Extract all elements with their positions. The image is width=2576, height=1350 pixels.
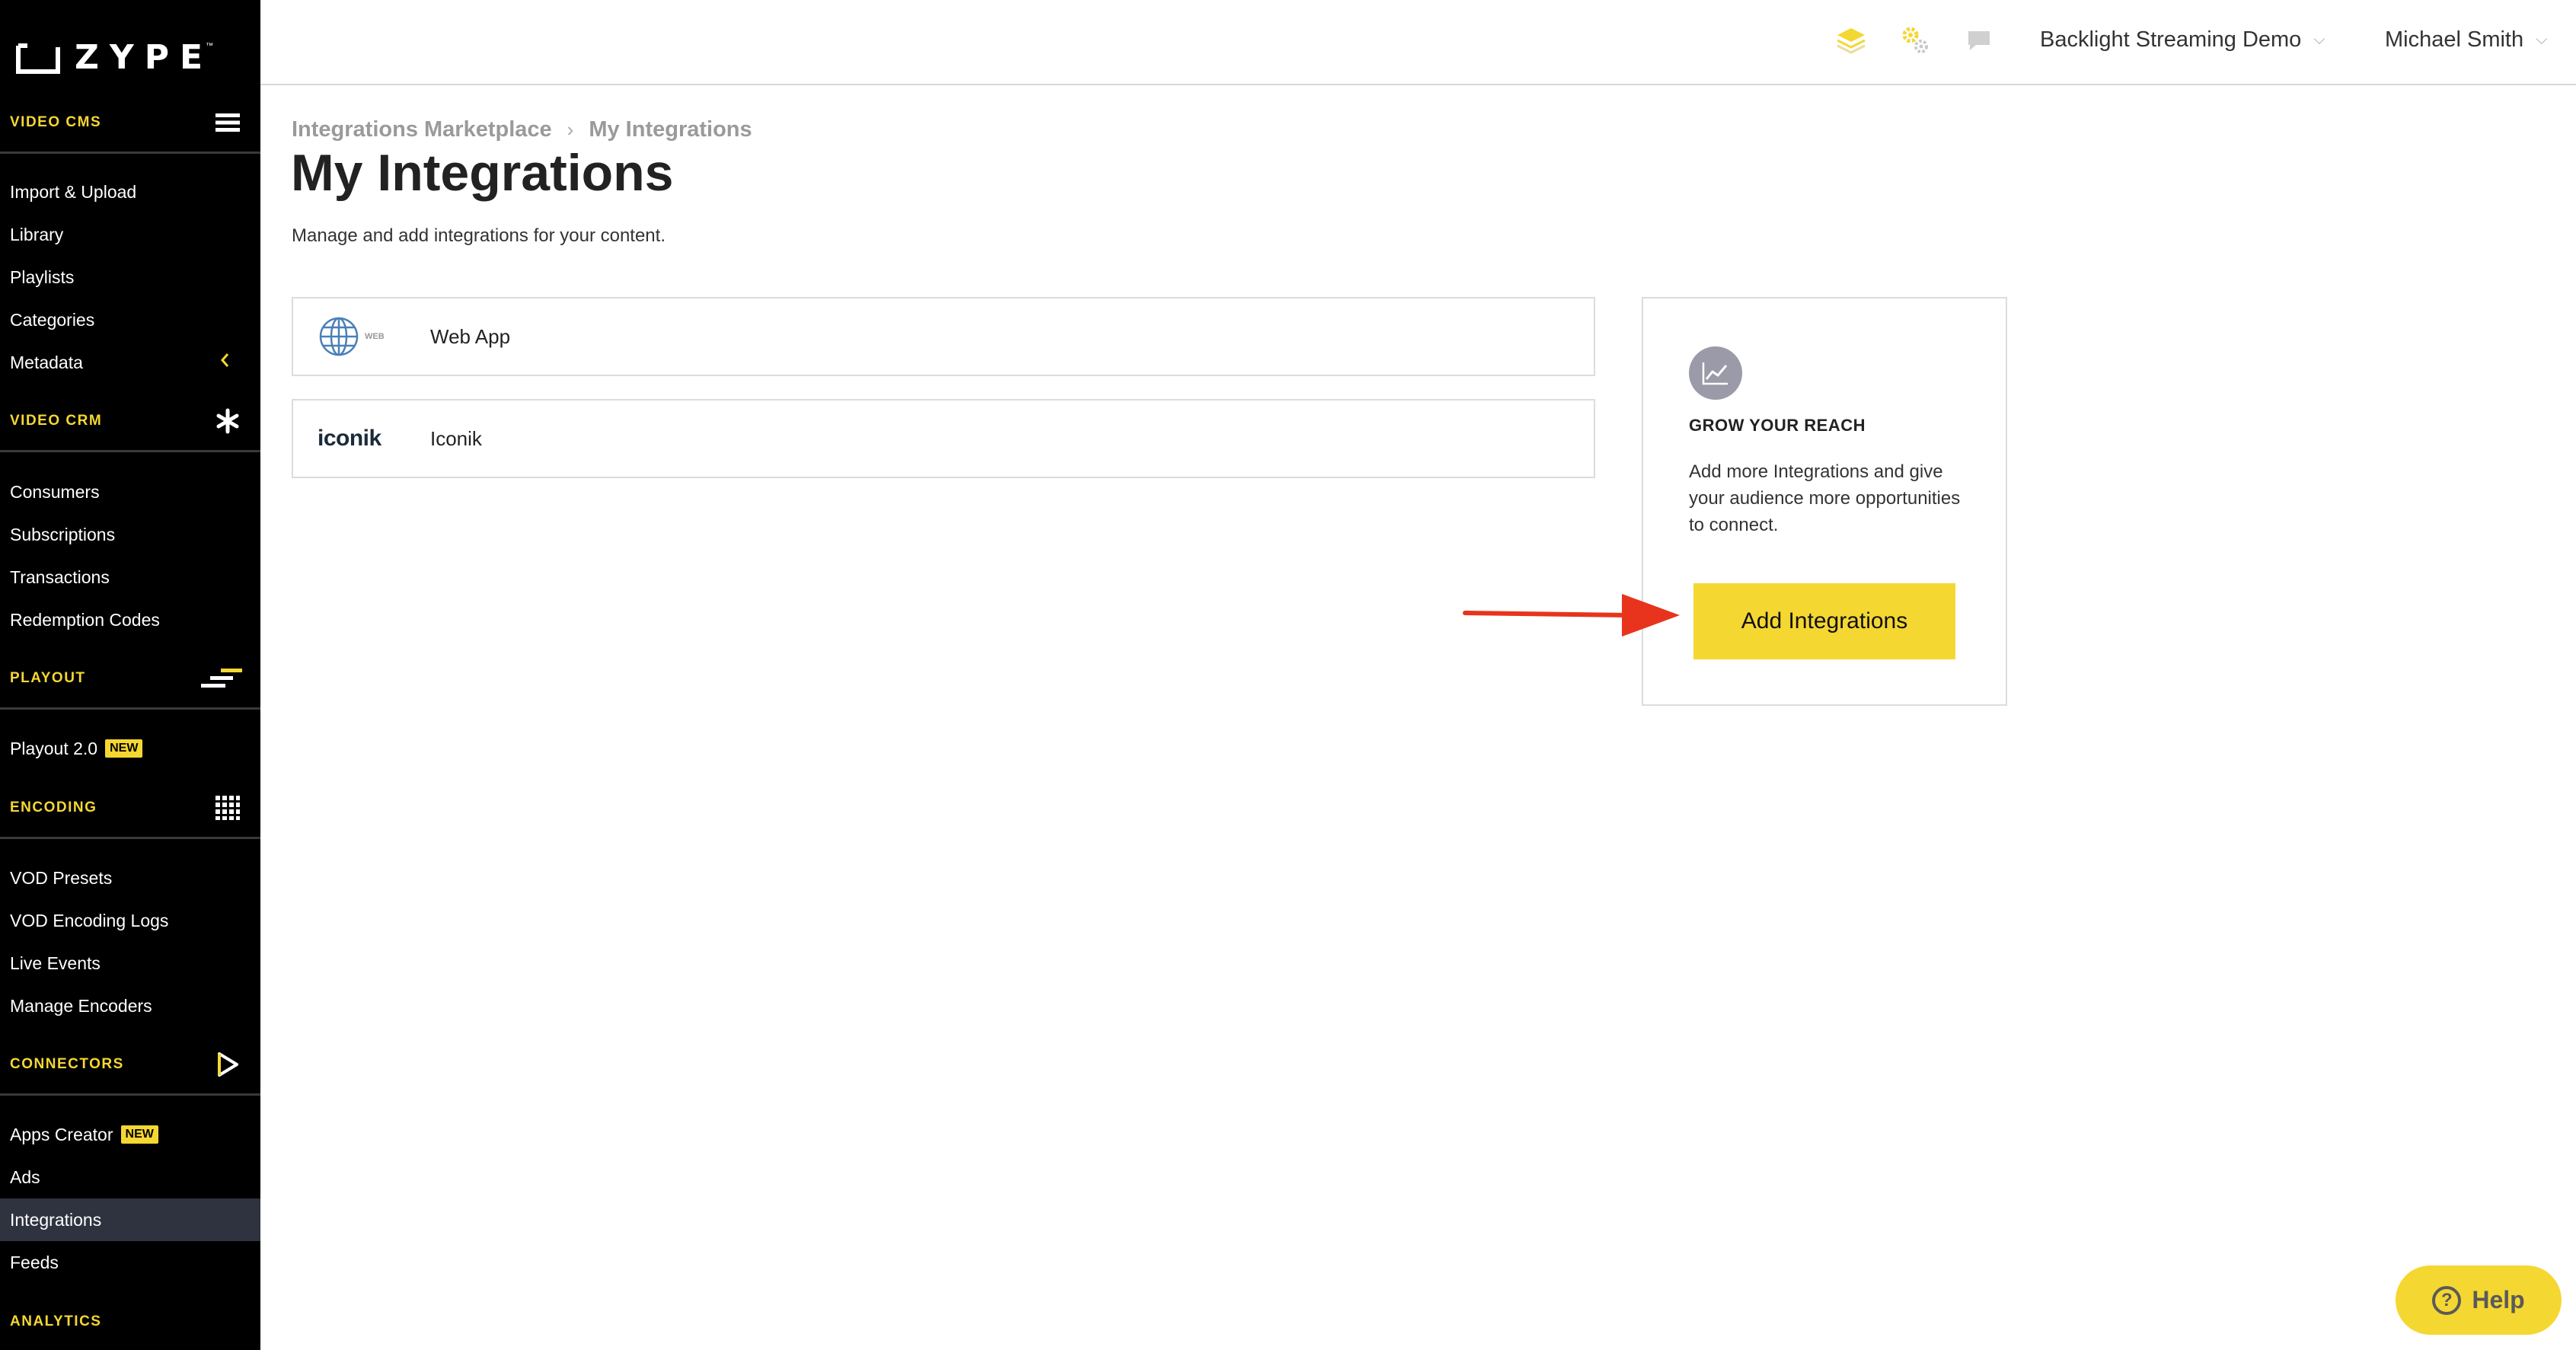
sidebar-item-label: Ads (10, 1166, 40, 1187)
top-bar: Backlight Streaming Demo ⌵ Michael Smith… (260, 0, 2576, 85)
new-badge: NEW (105, 739, 143, 758)
zype-logo[interactable]: ZYPE ™ (15, 38, 213, 78)
page-title: My Integrations (291, 144, 674, 202)
chevron-down-icon: ⌵ (2536, 30, 2548, 48)
sidebar-item-playlists[interactable]: Playlists (0, 256, 260, 298)
sidebar-item-categories[interactable]: Categories (0, 298, 260, 341)
sidebar-item-metadata[interactable]: Metadata (0, 341, 260, 384)
breadcrumb-current: My Integrations (589, 117, 752, 142)
section-label: PLAYOUT (10, 669, 86, 686)
sidebar-item-label: Feeds (10, 1252, 59, 1272)
chat-icon[interactable] (1960, 21, 1998, 59)
sidebar-item-redemption-codes[interactable]: Redemption Codes (0, 598, 260, 641)
playout-bars-icon (201, 665, 244, 691)
stack-layers-icon[interactable] (1832, 21, 1870, 59)
grow-description: Add more Integrations and give your audi… (1689, 461, 1961, 535)
globe-web-icon: WEB (293, 298, 430, 375)
sidebar-item-label: Redemption Codes (10, 609, 160, 630)
sidebar-item-live-events[interactable]: Live Events (0, 942, 260, 985)
sidebar-item-label: VOD Encoding Logs (10, 910, 169, 930)
grid-icon (215, 795, 241, 821)
sidebar: ZYPE ™ VIDEO CMS Import & Upload Library… (0, 0, 260, 1350)
section-video-cms[interactable]: VIDEO CMS (0, 93, 260, 154)
section-playout[interactable]: PLAYOUT (0, 649, 260, 710)
section-label: CONNECTORS (10, 1055, 124, 1072)
logo-text: ZYPE (75, 38, 214, 77)
trend-chart-icon (1689, 346, 1742, 400)
iconik-logo-text: iconik (318, 426, 381, 451)
breadcrumb-parent-link[interactable]: Integrations Marketplace (292, 117, 552, 142)
asterisk-icon (215, 408, 241, 434)
chevron-down-icon: ⌵ (2313, 30, 2325, 48)
collapse-sidebar-icon[interactable] (219, 352, 230, 373)
user-menu[interactable]: Michael Smith ⌵ (2385, 23, 2547, 56)
help-button[interactable]: ? Help (2396, 1265, 2562, 1335)
section-label: ENCODING (10, 799, 97, 815)
help-label: Help (2472, 1286, 2525, 1313)
iconik-logo: iconik (293, 401, 430, 477)
section-video-crm[interactable]: VIDEO CRM (0, 391, 260, 452)
sidebar-item-label: Integrations (10, 1209, 102, 1230)
sidebar-item-library[interactable]: Library (0, 213, 260, 256)
sidebar-item-label: Playout 2.0 (10, 738, 98, 758)
section-label: VIDEO CRM (10, 412, 103, 429)
sidebar-item-vod-presets[interactable]: VOD Presets (0, 857, 260, 899)
sidebar-item-integrations[interactable]: Integrations (0, 1198, 260, 1241)
sidebar-item-manage-encoders[interactable]: Manage Encoders (0, 985, 260, 1027)
sidebar-item-apps-creator[interactable]: Apps Creator NEW (0, 1113, 260, 1156)
sidebar-item-ads[interactable]: Ads (0, 1156, 260, 1198)
sidebar-item-label: Consumers (10, 481, 100, 502)
help-question-icon: ? (2432, 1285, 2462, 1315)
web-logo-caption: WEB (365, 332, 385, 341)
sidebar-item-label: Playlists (10, 266, 75, 287)
account-switcher[interactable]: Backlight Streaming Demo ⌵ (2040, 23, 2325, 56)
sidebar-item-label: Import & Upload (10, 181, 137, 202)
add-integrations-button[interactable]: Add Integrations (1693, 583, 1955, 659)
grow-heading: GROW YOUR REACH (1689, 416, 1866, 435)
section-encoding[interactable]: ENCODING (0, 778, 260, 839)
integration-name: Web App (430, 324, 511, 348)
integration-name: Iconik (430, 426, 482, 450)
user-name: Michael Smith (2385, 27, 2524, 52)
section-label: VIDEO CMS (10, 113, 102, 130)
sidebar-item-label: Apps Creator (10, 1124, 113, 1144)
sidebar-item-feeds[interactable]: Feeds (0, 1241, 260, 1284)
sidebar-item-import-upload[interactable]: Import & Upload (0, 171, 260, 213)
sidebar-item-label: Manage Encoders (10, 995, 152, 1016)
sidebar-item-consumers[interactable]: Consumers (0, 471, 260, 513)
sidebar-item-vod-encoding-logs[interactable]: VOD Encoding Logs (0, 899, 260, 942)
gears-icon[interactable] (1896, 21, 1934, 59)
sidebar-item-label: Categories (10, 309, 95, 330)
integration-card-web-app[interactable]: WEB Web App (292, 297, 1595, 376)
annotation-arrow-icon (1463, 594, 1680, 637)
grow-reach-panel: GROW YOUR REACH Add more Integrations an… (1642, 297, 2007, 706)
sidebar-item-label: VOD Presets (10, 867, 113, 888)
logo-bracket-icon (16, 43, 60, 74)
integration-card-iconik[interactable]: iconik Iconik (292, 399, 1595, 478)
sidebar-item-label: Transactions (10, 566, 110, 587)
account-name: Backlight Streaming Demo (2040, 27, 2302, 52)
breadcrumb-separator-icon: › (567, 118, 574, 141)
section-analytics[interactable]: ANALYTICS (0, 1291, 260, 1350)
sidebar-item-subscriptions[interactable]: Subscriptions (0, 513, 260, 556)
sidebar-item-transactions[interactable]: Transactions (0, 556, 260, 598)
section-label: ANALYTICS (10, 1313, 102, 1329)
logo-trademark: ™ (206, 41, 214, 50)
sidebar-item-playout-2[interactable]: Playout 2.0 NEW (0, 727, 260, 770)
sidebar-item-label: Subscriptions (10, 524, 116, 544)
page-subtitle: Manage and add integrations for your con… (292, 225, 666, 246)
sidebar-item-label: Metadata (10, 352, 83, 372)
breadcrumb: Integrations Marketplace › My Integratio… (292, 117, 752, 142)
section-connectors[interactable]: CONNECTORS (0, 1035, 260, 1096)
hamburger-icon[interactable] (215, 110, 241, 136)
play-outline-icon (215, 1052, 241, 1077)
sidebar-item-label: Library (10, 224, 64, 244)
new-badge: NEW (120, 1125, 158, 1144)
sidebar-item-label: Live Events (10, 953, 101, 973)
